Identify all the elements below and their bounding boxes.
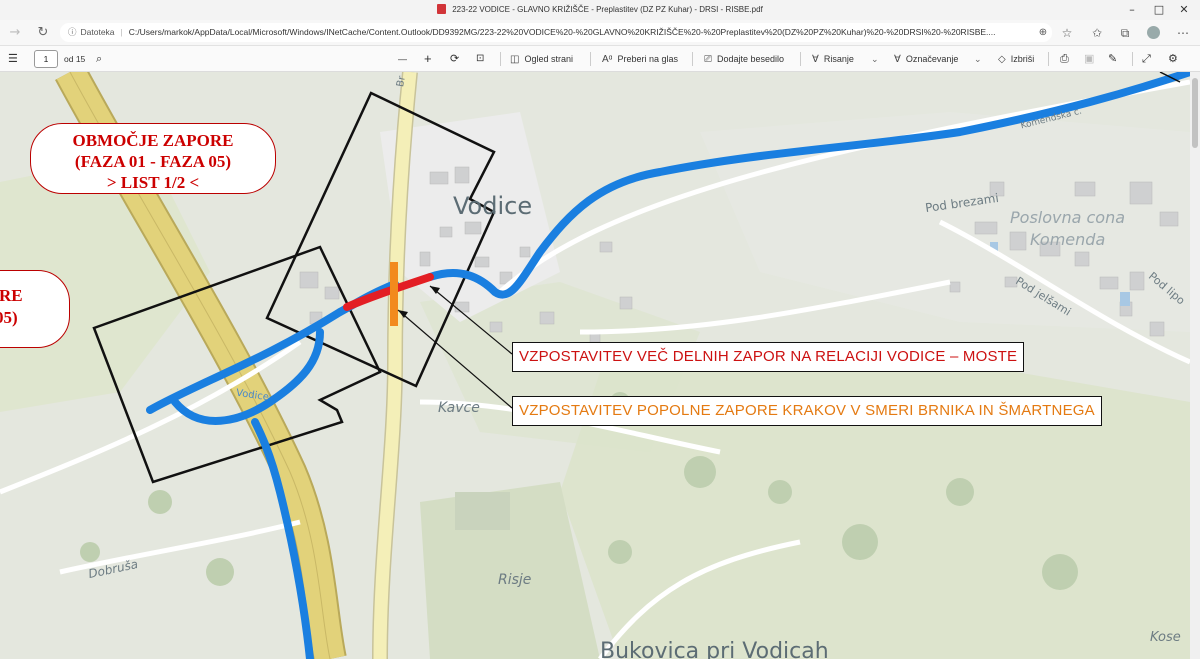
partial-closure-annotation: VZPOSTAVITEV VEČ DELNIH ZAPOR NA RELACIJ…	[512, 342, 1025, 372]
scrollbar-thumb[interactable]	[1192, 78, 1198, 148]
favorites-bar-icon[interactable]: ✩	[1088, 24, 1106, 42]
refresh-icon[interactable]: ↻	[34, 24, 52, 42]
favorite-icon[interactable]: ☆	[1058, 24, 1076, 42]
zone-callout-left-line2: 05)	[0, 308, 18, 327]
divider	[500, 52, 501, 66]
highlight-icon: ∀	[894, 54, 901, 65]
page-view-icon: ◫	[510, 54, 520, 65]
draw-label: Risanje	[823, 54, 854, 64]
add-text-label: Dodajte besedilo	[717, 54, 785, 64]
place-label-kavce: Kavce	[438, 400, 480, 416]
page-number-input[interactable]: 1	[34, 50, 58, 68]
read-aloud-button[interactable]: A͏ᵅ Preberi na glas	[602, 51, 678, 67]
contents-icon[interactable]: ☰	[8, 51, 18, 67]
maximize-button[interactable]: □	[1151, 2, 1167, 18]
add-text-button[interactable]: ⎚ Dodajte besedilo	[704, 51, 784, 67]
road-label-top: Br	[395, 75, 408, 88]
page-total: od 15	[64, 54, 86, 64]
back-icon[interactable]: →	[6, 24, 24, 42]
zoom-in-button[interactable]: +	[424, 51, 432, 67]
profile-icon[interactable]	[1144, 24, 1162, 42]
info-icon[interactable]: ⓘ	[68, 23, 77, 42]
draw-button[interactable]: ∀ Risanje	[812, 51, 854, 67]
eraser-icon: ◇	[998, 54, 1006, 65]
page-view-button[interactable]: ◫ Ogled strani	[510, 51, 573, 67]
rotate-icon[interactable]: ⟳	[450, 51, 459, 67]
erase-label: Izbriši	[1010, 54, 1035, 64]
divider	[1132, 52, 1133, 66]
fit-page-icon[interactable]: ⊡	[476, 51, 484, 67]
place-label-bukovica: Bukovica pri Vodicah	[600, 639, 829, 659]
highlight-button[interactable]: ∀ Označevanje	[894, 51, 958, 67]
highlight-chevron-icon[interactable]: ⌄	[974, 51, 982, 67]
zone-callout: OBMOČJE ZAPORE (FAZA 01 - FAZA 05) > LIS…	[30, 123, 276, 194]
zone-callout-line2: (FAZA 01 - FAZA 05)	[74, 152, 232, 171]
pdf-toolbar: ☰ 1 od 15 ⌕ — + ⟳ ⊡ ◫ Ogled strani A͏ᵅ Pre…	[0, 46, 1200, 72]
zone-callout-left: RE 05)	[0, 270, 70, 348]
url-scheme: Datoteka	[80, 27, 115, 37]
zone-callout-left-line1: RE	[0, 286, 23, 305]
settings-icon[interactable]: ⚙	[1168, 51, 1178, 67]
zone-callout-line1: OBMOČJE ZAPORE	[72, 131, 234, 150]
collections-icon[interactable]: ⧉	[1116, 24, 1134, 42]
title-bar: 223-22 VODICE - GLAVNO KRIŽIŠČE - Prepla…	[0, 0, 1200, 20]
vertical-scrollbar[interactable]	[1190, 72, 1200, 659]
address-bar: → ↻ ⓘ Datoteka | C:/Users/markok/AppData/Lo…	[0, 20, 1200, 46]
save-as-icon[interactable]: ✎	[1108, 51, 1117, 67]
place-label-komenda: Komenda	[1030, 230, 1106, 249]
zoom-icon[interactable]: ⊕	[1034, 24, 1052, 42]
fullscreen-icon[interactable]: ⤢	[1142, 51, 1151, 67]
divider	[590, 52, 591, 66]
place-label-risje: Risje	[498, 572, 532, 588]
more-icon[interactable]: ⋯	[1174, 24, 1192, 42]
highlight-label: Označevanje	[905, 54, 959, 64]
divider	[1048, 52, 1049, 66]
url-field[interactable]: ⓘ Datoteka | C:/Users/markok/AppData/Local/…	[60, 23, 1052, 42]
minimize-button[interactable]: –	[1124, 2, 1140, 18]
page-view-label: Ogled strani	[524, 54, 573, 64]
read-aloud-label: Preberi na glas	[617, 54, 678, 64]
window-title: 223-22 VODICE - GLAVNO KRIŽIŠČE - Prepla…	[452, 5, 763, 14]
url-text: C:/Users/markok/AppData/Local/Microsoft/…	[128, 27, 996, 37]
search-icon[interactable]: ⌕	[96, 51, 102, 67]
save-icon[interactable]: ▣	[1084, 51, 1094, 67]
draw-icon: ∀	[812, 54, 819, 65]
place-label-poslovna-cona: Poslovna cona	[1010, 208, 1126, 227]
pdf-file-icon	[437, 4, 447, 14]
full-closure-annotation: VZPOSTAVITEV POPOLNE ZAPORE KRAKOV V SME…	[512, 396, 1102, 426]
erase-button[interactable]: ◇ Izbriši	[998, 51, 1034, 67]
add-text-icon: ⎚	[704, 54, 712, 65]
place-label-vodice: Vodice	[453, 192, 533, 220]
window-title-wrap: 223-22 VODICE - GLAVNO KRIŽIŠČE - Prepla…	[0, 4, 1200, 14]
print-icon[interactable]: ⎙	[1060, 51, 1069, 67]
pdf-page-map[interactable]: OBMOČJE ZAPORE (FAZA 01 - FAZA 05) > LIS…	[0, 72, 1190, 659]
divider	[692, 52, 693, 66]
close-button[interactable]: ✕	[1176, 2, 1192, 18]
zoom-out-button[interactable]: —	[398, 51, 407, 67]
draw-chevron-icon[interactable]: ⌄	[871, 51, 879, 67]
read-aloud-icon: A͏ᵅ	[602, 54, 613, 65]
place-label-kose: Kose	[1150, 630, 1181, 645]
divider	[800, 52, 801, 66]
zone-callout-line3: > LIST 1/2 <	[106, 173, 200, 192]
